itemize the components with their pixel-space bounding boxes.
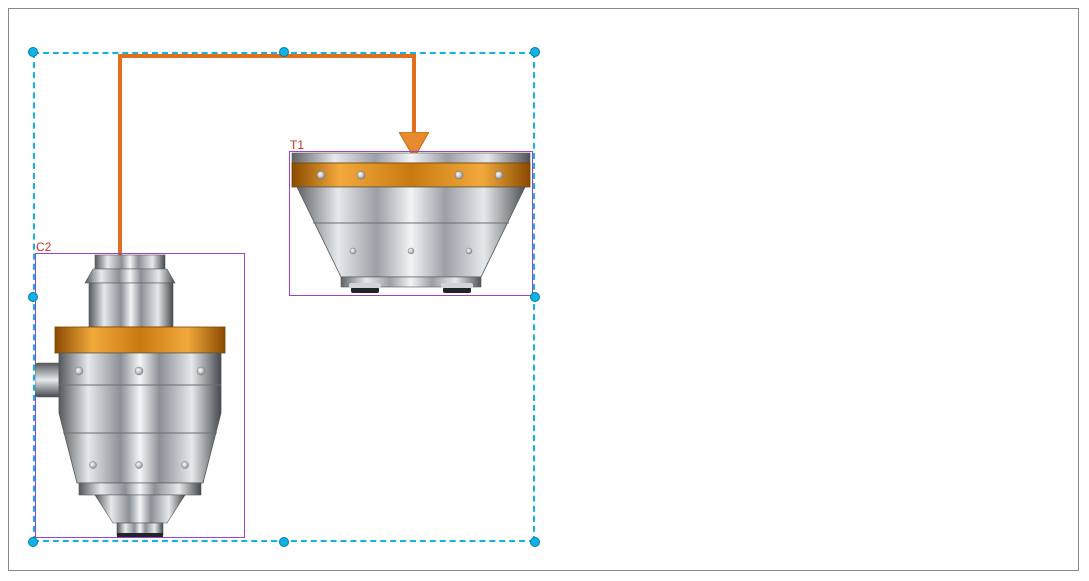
selection-handle-w[interactable] (28, 292, 38, 302)
connector-segment-3 (412, 54, 416, 142)
selection-handle-s[interactable] (279, 537, 289, 547)
component-t1-label: T1 (290, 138, 304, 152)
connector-segment-1 (118, 56, 122, 256)
component-c2-label: C2 (36, 240, 51, 254)
selection-handle-se[interactable] (530, 537, 540, 547)
component-c2-graphic (35, 253, 245, 538)
connector-segment-2 (118, 54, 416, 58)
selection-handle-n[interactable] (279, 47, 289, 57)
selection-handle-nw[interactable] (28, 47, 38, 57)
component-t1-graphic (289, 151, 533, 296)
selection-handle-sw[interactable] (28, 537, 38, 547)
selection-handle-e[interactable] (530, 292, 540, 302)
selection-handle-ne[interactable] (530, 47, 540, 57)
